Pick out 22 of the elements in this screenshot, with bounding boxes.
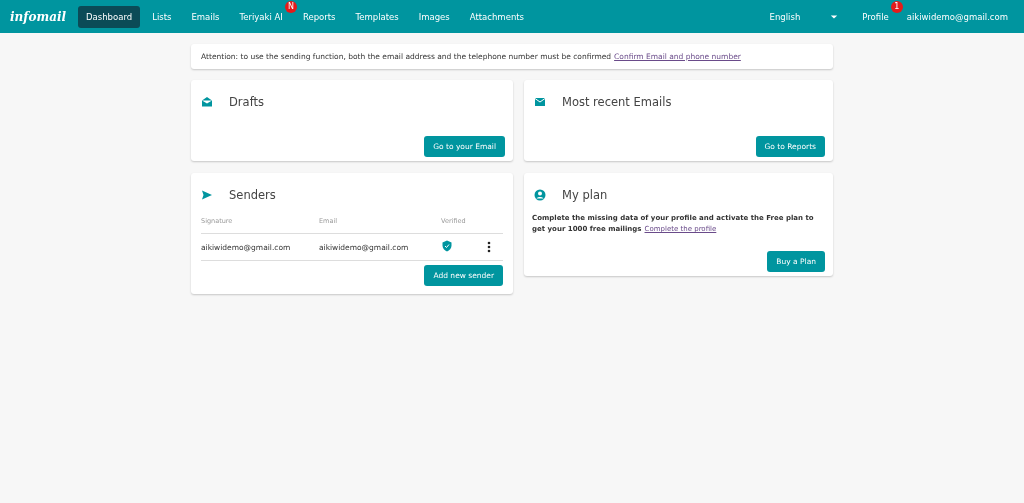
send-icon [201, 189, 213, 201]
nav-tab[interactable]: Dashboard [78, 5, 141, 28]
more-options-icon[interactable] [487, 241, 491, 253]
notification-badge: 1 [890, 0, 903, 13]
nav-tab[interactable]: Lists [144, 5, 180, 28]
nav-tab[interactable]: Emails [183, 5, 228, 28]
card-title: Most recent Emails [562, 95, 672, 109]
card-title: My plan [562, 188, 608, 202]
envelope-icon [534, 96, 546, 108]
logo[interactable]: infomail [10, 9, 67, 24]
nav-tab[interactable]: Images [410, 5, 458, 28]
envelope-icon [201, 96, 213, 108]
language-dropdown[interactable]: English [769, 11, 839, 22]
nav-tab[interactable]: Reports [294, 5, 344, 28]
nav-tab[interactable]: Templates [347, 5, 407, 28]
notification-badge: N [284, 0, 297, 13]
card-title: Senders [229, 188, 276, 202]
nav-tab[interactable]: Attachments [461, 5, 533, 28]
caret-icon [830, 12, 839, 21]
user-email: aikiwidemo@gmail.com [906, 11, 1008, 22]
card-title: Drafts [229, 95, 264, 109]
user-icon [534, 189, 546, 201]
